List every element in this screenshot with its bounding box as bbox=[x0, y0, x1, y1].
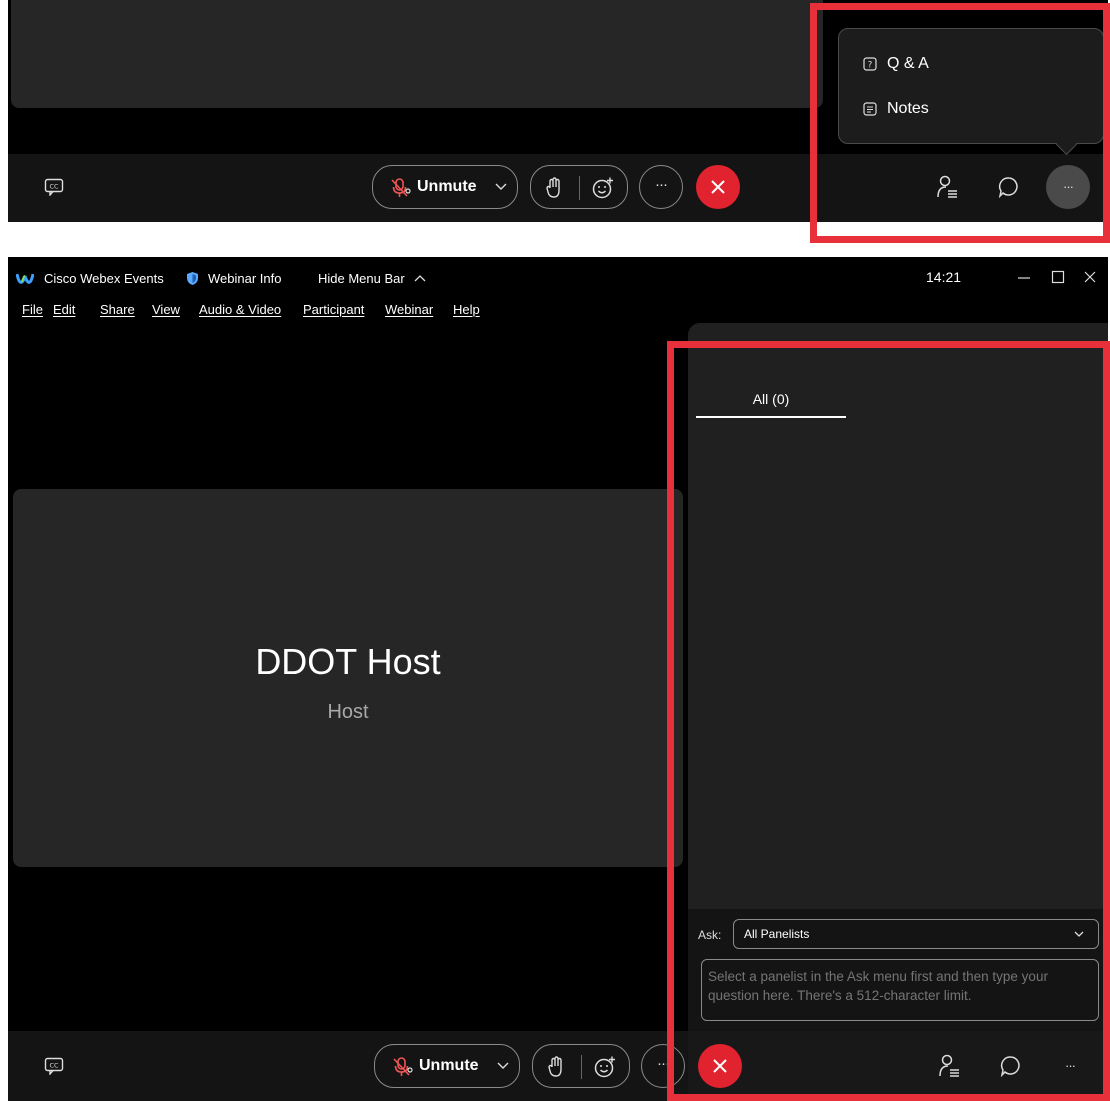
menu-edit[interactable]: Edit bbox=[53, 302, 75, 317]
minimize-button[interactable] bbox=[1016, 269, 1032, 285]
chevron-down-icon bbox=[495, 183, 507, 190]
reactions-group bbox=[532, 1044, 630, 1088]
clock: 14:21 bbox=[926, 269, 962, 285]
menu-help[interactable]: Help bbox=[453, 302, 480, 317]
app-title: Cisco Webex Events bbox=[44, 271, 164, 286]
raise-hand-icon bbox=[548, 1056, 562, 1077]
minimize-icon bbox=[1018, 277, 1030, 279]
muted-mic-icon bbox=[391, 178, 411, 197]
host-role: Host bbox=[327, 701, 369, 723]
closed-captions-icon: CC bbox=[44, 178, 64, 196]
emoji-add-icon bbox=[592, 177, 613, 199]
reactions-button[interactable] bbox=[591, 176, 615, 200]
chevron-down-icon bbox=[497, 1062, 509, 1069]
highlight-box bbox=[667, 341, 1110, 1101]
title-bar: Cisco Webex Events Webinar Info Hide Men… bbox=[8, 257, 1108, 297]
muted-mic-icon bbox=[393, 1057, 413, 1076]
captions-button[interactable]: CC bbox=[44, 1057, 64, 1075]
divider bbox=[579, 176, 580, 200]
raise-hand-button[interactable] bbox=[545, 1055, 567, 1079]
maximize-icon bbox=[1051, 270, 1065, 284]
webex-logo-icon bbox=[16, 273, 34, 284]
captions-button[interactable]: CC bbox=[44, 178, 64, 196]
unmute-button[interactable]: Unmute bbox=[372, 165, 518, 209]
reactions-button[interactable] bbox=[593, 1055, 617, 1079]
closed-captions-icon: CC bbox=[44, 1057, 64, 1075]
raise-hand-icon bbox=[546, 177, 560, 198]
webinar-info-label: Webinar Info bbox=[208, 271, 282, 286]
menu-audio-video[interactable]: Audio & Video bbox=[199, 302, 281, 317]
emoji-add-icon bbox=[594, 1056, 615, 1078]
host-name: DDOT Host bbox=[255, 641, 441, 682]
menu-webinar[interactable]: Webinar bbox=[385, 302, 433, 317]
leave-meeting-button[interactable] bbox=[696, 165, 740, 209]
ellipsis-icon: ··· bbox=[655, 176, 668, 193]
reactions-group bbox=[530, 165, 628, 209]
menu-participant[interactable]: Participant bbox=[303, 302, 364, 317]
raise-hand-button[interactable] bbox=[543, 176, 565, 200]
close-window-button[interactable] bbox=[1082, 269, 1098, 285]
chevron-up-icon bbox=[414, 275, 426, 282]
close-icon bbox=[1084, 271, 1096, 283]
menu-view[interactable]: View bbox=[152, 302, 180, 317]
more-options-button[interactable]: ··· bbox=[639, 165, 683, 209]
close-icon bbox=[711, 180, 725, 194]
video-tile bbox=[11, 0, 823, 108]
unmute-button[interactable]: Unmute bbox=[374, 1044, 520, 1088]
hide-menu-bar-label: Hide Menu Bar bbox=[318, 271, 405, 286]
menu-bar: File Edit Share View Audio & Video Parti… bbox=[8, 297, 1108, 325]
divider bbox=[581, 1055, 582, 1079]
unmute-label: Unmute bbox=[417, 178, 477, 195]
highlight-box bbox=[810, 3, 1110, 243]
svg-text:CC: CC bbox=[49, 183, 59, 191]
maximize-button[interactable] bbox=[1050, 269, 1066, 285]
shield-icon bbox=[187, 272, 198, 285]
unmute-label: Unmute bbox=[419, 1057, 479, 1074]
menu-file[interactable]: File bbox=[22, 302, 43, 317]
menu-share[interactable]: Share bbox=[100, 302, 135, 317]
svg-text:CC: CC bbox=[49, 1062, 59, 1070]
